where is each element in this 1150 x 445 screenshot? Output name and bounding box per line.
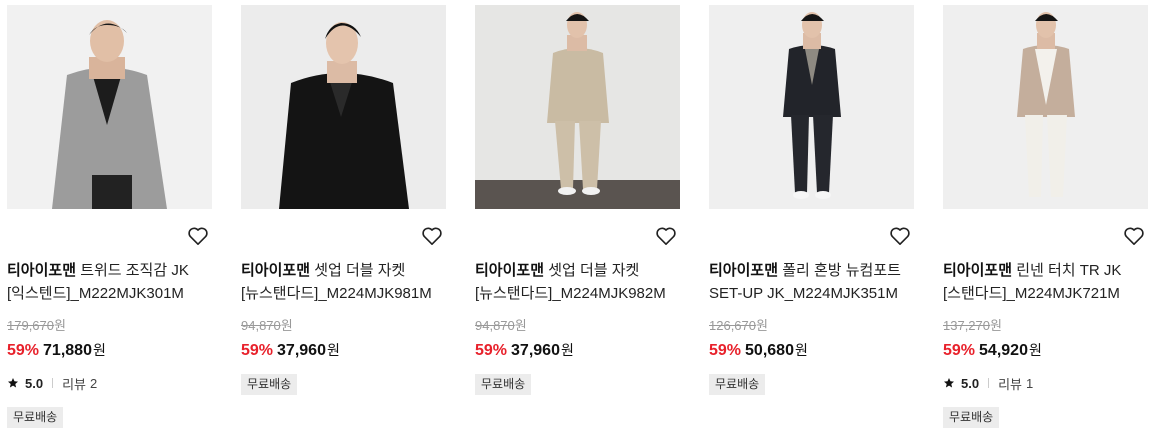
review-count: 2 [90,375,98,391]
product-photo [7,5,212,209]
free-shipping-badge: 무료배송 [7,407,64,428]
product-title[interactable]: 티아이포맨 트위드 조직감 JK [익스텐드]_M222MJK301M [7,259,212,305]
free-shipping-badge: 무료배송 [241,374,298,395]
review-label: 리뷰 [62,376,86,392]
product-image[interactable] [241,5,446,209]
wishlist-heart-icon[interactable] [1123,226,1145,246]
product-brand: 티아이포맨 [7,262,77,279]
original-price: 179,670원 [7,318,66,333]
product-image[interactable] [7,5,212,209]
sale-price: 50,680 [745,342,794,359]
sale-price-row: 59% 37,960원 [475,342,574,359]
sale-price-row: 59% 37,960원 [241,342,340,359]
sale-price: 37,960 [277,342,326,359]
product-brand: 티아이포맨 [241,262,311,279]
product-brand: 티아이포맨 [709,262,779,279]
sale-price-row: 59% 71,880원 [7,342,106,359]
product-photo [709,5,914,209]
original-price: 137,270원 [943,318,1002,333]
wishlist-heart-icon[interactable] [421,226,443,246]
sale-price: 54,920 [979,342,1028,359]
wishlist-heart-icon[interactable] [187,226,209,246]
review-label: 리뷰 [998,376,1022,392]
review-count: 1 [1026,375,1034,391]
discount-rate: 59% [943,342,976,359]
rating-score: 5.0 [25,375,44,391]
discount-rate: 59% [709,342,742,359]
original-price: 94,870원 [241,318,293,333]
star-icon [944,378,954,388]
wishlist-heart-icon[interactable] [889,226,911,246]
sale-price-row: 59% 50,680원 [709,342,808,359]
divider [52,378,54,388]
product-photo [475,5,680,209]
discount-rate: 59% [7,342,40,359]
discount-rate: 59% [475,342,508,359]
rating-row: 5.0 리뷰 2 [7,375,98,392]
original-price: 94,870원 [475,318,527,333]
discount-rate: 59% [241,342,274,359]
wishlist-heart-icon[interactable] [655,226,677,246]
product-title[interactable]: 티아이포맨 폴리 혼방 뉴컴포트 SET-UP JK_M224MJK351M [709,259,914,305]
sale-price: 71,880 [43,342,92,359]
free-shipping-badge: 무료배송 [943,407,1000,428]
product-grid: 티아이포맨 트위드 조직감 JK [익스텐드]_M222MJK301M 179,… [0,0,1150,445]
product-brand: 티아이포맨 [943,262,1013,279]
rating-row: 5.0 리뷰 1 [943,375,1034,392]
free-shipping-badge: 무료배송 [475,374,532,395]
product-image[interactable] [943,5,1148,209]
original-price: 126,670원 [709,318,768,333]
product-image[interactable] [709,5,914,209]
sale-price-row: 59% 54,920원 [943,342,1042,359]
product-photo [241,5,446,209]
star-icon [8,378,18,388]
free-shipping-badge: 무료배송 [709,374,766,395]
product-brand: 티아이포맨 [475,262,545,279]
product-title[interactable]: 티아이포맨 셋업 더블 자켓[뉴스탠다드]_M224MJK982M [475,259,680,305]
divider [988,378,990,388]
rating-score: 5.0 [961,375,980,391]
product-image[interactable] [475,5,680,209]
product-photo [943,5,1148,209]
sale-price: 37,960 [511,342,560,359]
product-title[interactable]: 티아이포맨 셋업 더블 자켓[뉴스탠다드]_M224MJK981M [241,259,446,305]
product-title[interactable]: 티아이포맨 린넨 터치 TR JK [스탠다드]_M224MJK721M [943,259,1148,305]
